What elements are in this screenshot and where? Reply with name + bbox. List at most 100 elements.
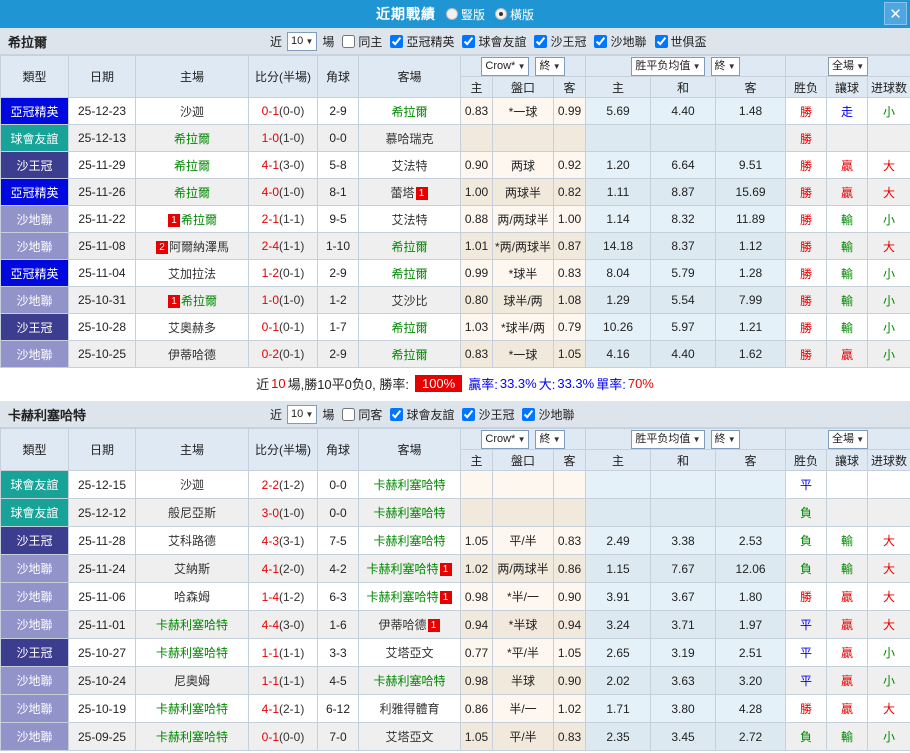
full-time-score: 4-0 bbox=[262, 185, 279, 199]
bookmaker-select[interactable]: Crow* ▼ bbox=[481, 57, 529, 76]
col-score: 比分(半場) bbox=[249, 56, 318, 98]
odds-away: 1.05 bbox=[554, 341, 586, 368]
rank-badge: 2 bbox=[156, 241, 168, 254]
section-home-team: 希拉爾 近10 ▼場同主亞冠精英球會友誼沙王冠沙地聯世俱盃 類型日期主場比分(半… bbox=[0, 28, 910, 398]
final-odds-select[interactable]: 終 ▼ bbox=[535, 57, 564, 76]
avg-draw: 8.32 bbox=[651, 206, 716, 233]
home-team-name: 卡赫利塞哈特 bbox=[156, 618, 228, 632]
filters-bar: 近10 ▼場同客球會友誼沙王冠沙地聯 bbox=[270, 405, 574, 424]
league-checkbox[interactable] bbox=[462, 35, 475, 48]
league-type-badge: 沙王冠 bbox=[1, 314, 69, 341]
full-match-select[interactable]: 全場 ▼ bbox=[828, 57, 868, 76]
away-team: 艾塔亞文 bbox=[359, 723, 461, 751]
home-team: 卡赫利塞哈特 bbox=[136, 695, 249, 723]
match-date: 25-10-31 bbox=[69, 287, 136, 314]
avg-home: 10.26 bbox=[586, 314, 651, 341]
full-time-score: 1-0 bbox=[262, 131, 279, 145]
avg-home: 2.35 bbox=[586, 723, 651, 751]
avg-draw bbox=[651, 125, 716, 152]
full-match-select[interactable]: 全場 ▼ bbox=[828, 430, 868, 449]
big-rate-label: 大: bbox=[539, 374, 556, 393]
league-checkbox[interactable] bbox=[534, 35, 547, 48]
filters-bar: 近10 ▼場同主亞冠精英球會友誼沙王冠沙地聯世俱盃 bbox=[270, 32, 707, 51]
score-cell: 2-2(1-2) bbox=[249, 471, 318, 499]
league-checkbox[interactable] bbox=[462, 408, 475, 421]
corners-cell: 7-5 bbox=[318, 527, 359, 555]
radio-selected-icon[interactable] bbox=[495, 8, 507, 20]
half-time-score: (1-1) bbox=[279, 239, 304, 253]
result-cell: 勝 bbox=[786, 179, 827, 206]
final-odds-select[interactable]: 終 ▼ bbox=[535, 430, 564, 449]
half-time-score: (0-1) bbox=[279, 266, 304, 280]
league-checkbox[interactable] bbox=[594, 35, 607, 48]
odds-home: 0.80 bbox=[461, 287, 493, 314]
handicap-line: 球半/两 bbox=[493, 287, 554, 314]
odds-away bbox=[554, 471, 586, 499]
home-team: 艾奧赫多 bbox=[136, 314, 249, 341]
away-team-name: 希拉爾 bbox=[391, 240, 427, 254]
avg-draw: 8.37 bbox=[651, 233, 716, 260]
handicap-result-cell: 贏 bbox=[827, 611, 868, 639]
avg-odds-select[interactable]: 胜平负均值 ▼ bbox=[631, 57, 704, 76]
col-avg-home: 主 bbox=[586, 450, 651, 471]
final-avg-select[interactable]: 終 ▼ bbox=[711, 57, 740, 76]
handicap-line: *一球 bbox=[493, 98, 554, 125]
avg-home bbox=[586, 471, 651, 499]
chevron-down-icon: ▼ bbox=[303, 410, 313, 419]
corners-cell: 2-9 bbox=[318, 98, 359, 125]
home-team-name: 阿爾納澤馬 bbox=[169, 240, 229, 254]
half-time-score: (1-1) bbox=[279, 674, 304, 688]
goals-result-cell: 小 bbox=[868, 287, 910, 314]
handicap-line: *半球 bbox=[493, 611, 554, 639]
near-count-select[interactable]: 10 ▼ bbox=[287, 32, 317, 51]
final-avg-select[interactable]: 終 ▼ bbox=[711, 430, 740, 449]
match-row: 沙王冠25-11-28艾科路德4-3(3-1)7-5卡赫利塞哈特1.05平/半0… bbox=[1, 527, 910, 555]
odds-away: 0.82 bbox=[554, 179, 586, 206]
score-cell: 1-4(1-2) bbox=[249, 583, 318, 611]
chevron-down-icon: ▼ bbox=[550, 435, 560, 444]
odds-away: 0.92 bbox=[554, 152, 586, 179]
home-team-name: 希拉爾 bbox=[174, 132, 210, 146]
league-type-badge: 球會友誼 bbox=[1, 125, 69, 152]
league-checkbox[interactable] bbox=[655, 35, 668, 48]
handicap-result-cell: 輸 bbox=[827, 260, 868, 287]
league-checkbox[interactable] bbox=[390, 408, 403, 421]
chevron-down-icon: ▼ bbox=[303, 37, 313, 46]
layout-vertical-option[interactable]: 豎版 bbox=[446, 6, 485, 23]
layout-horizontal-option[interactable]: 橫版 bbox=[495, 6, 534, 23]
odds-home: 1.02 bbox=[461, 555, 493, 583]
avg-home: 1.14 bbox=[586, 206, 651, 233]
home-team-name: 卡赫利塞哈特 bbox=[156, 646, 228, 660]
bookmaker-select[interactable]: Crow* ▼ bbox=[481, 430, 529, 449]
away-team: 艾法特 bbox=[359, 206, 461, 233]
handicap-result-cell: 輸 bbox=[827, 723, 868, 751]
odds-away bbox=[554, 125, 586, 152]
same-venue-checkbox[interactable] bbox=[342, 35, 355, 48]
result-cell: 負 bbox=[786, 499, 827, 527]
avg-away bbox=[716, 499, 786, 527]
odds-away: 1.00 bbox=[554, 206, 586, 233]
league-checkbox[interactable] bbox=[522, 408, 535, 421]
near-count-select[interactable]: 10 ▼ bbox=[287, 405, 317, 424]
odds-home: 0.83 bbox=[461, 98, 493, 125]
avg-home: 1.29 bbox=[586, 287, 651, 314]
match-date: 25-10-19 bbox=[69, 695, 136, 723]
close-icon[interactable]: ✕ bbox=[884, 2, 907, 25]
home-team: 艾納斯 bbox=[136, 555, 249, 583]
handicap-result-cell: 贏 bbox=[827, 667, 868, 695]
avg-draw: 3.19 bbox=[651, 639, 716, 667]
half-time-score: (3-1) bbox=[279, 534, 304, 548]
score-cell: 2-4(1-1) bbox=[249, 233, 318, 260]
avg-odds-select[interactable]: 胜平负均值 ▼ bbox=[631, 430, 704, 449]
radio-unselected-icon[interactable] bbox=[446, 8, 458, 20]
handicap-line: 平/半 bbox=[493, 527, 554, 555]
away-team: 卡赫利塞哈特 bbox=[359, 527, 461, 555]
league-checkbox[interactable] bbox=[390, 35, 403, 48]
same-venue-checkbox[interactable] bbox=[342, 408, 355, 421]
odds-away: 0.79 bbox=[554, 314, 586, 341]
away-team-name: 利雅得體育 bbox=[379, 702, 439, 716]
avg-odds-dropdown-group: 胜平负均值 ▼ 終 ▼ bbox=[586, 56, 786, 77]
score-cell: 4-4(3-0) bbox=[249, 611, 318, 639]
away-team-name: 希拉爾 bbox=[391, 348, 427, 362]
odds-away: 1.02 bbox=[554, 695, 586, 723]
